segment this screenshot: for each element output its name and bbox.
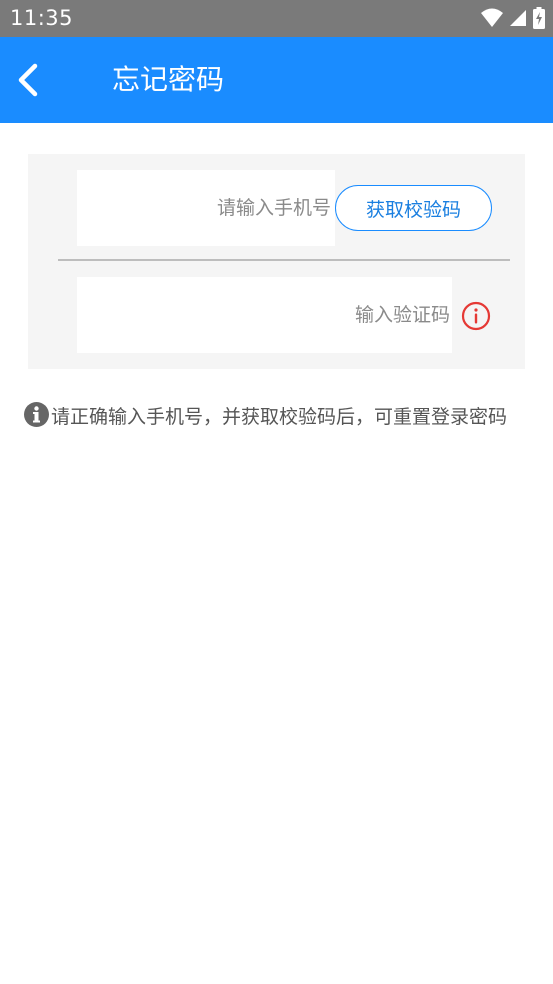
app-bar: 忘记密码 [0, 37, 553, 123]
status-icons [481, 6, 545, 30]
hint-message: 请正确输入手机号，并获取校验码后，可重置登录密码 [24, 402, 548, 433]
page-title: 忘记密码 [112, 63, 225, 96]
get-code-button[interactable]: 获取校验码 [335, 185, 492, 231]
verification-code-input[interactable] [77, 277, 452, 353]
reset-form-card: 获取校验码 [28, 154, 525, 369]
chevron-left-icon [18, 63, 38, 97]
status-time: 11:35 [10, 6, 74, 30]
status-bar: 11:35 [0, 0, 553, 37]
phone-input[interactable] [77, 170, 335, 246]
wifi-icon [481, 8, 503, 27]
info-icon [24, 402, 49, 427]
code-field-container [77, 277, 452, 353]
back-button[interactable] [6, 57, 50, 103]
battery-charging-icon [533, 7, 545, 29]
phone-field-container [77, 170, 335, 246]
hint-text: 请正确输入手机号，并获取校验码后，可重置登录密码 [51, 406, 508, 428]
cell-signal-icon [510, 10, 526, 26]
alert-circle-icon [461, 301, 491, 331]
divider [58, 259, 510, 261]
